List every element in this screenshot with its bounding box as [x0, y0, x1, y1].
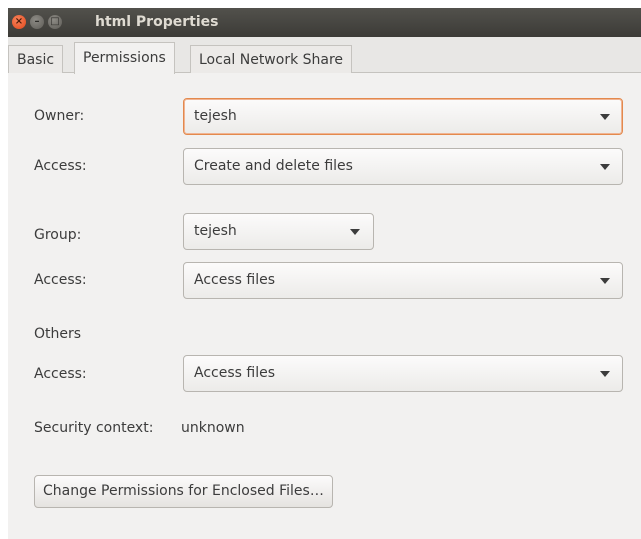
chevron-down-icon	[600, 164, 610, 170]
minimize-window-icon[interactable]: –	[30, 15, 44, 29]
security-context-value: unknown	[181, 420, 245, 436]
group-access-value: Access files	[194, 272, 275, 288]
tab-local-network-share[interactable]: Local Network Share	[190, 45, 353, 73]
others-access-combo[interactable]: Access files	[183, 355, 623, 392]
owner-access-value: Create and delete files	[194, 158, 353, 174]
owner-access-label: Access:	[34, 158, 87, 174]
group-combo[interactable]: tejesh	[183, 213, 374, 250]
group-access-combo[interactable]: Access files	[183, 262, 623, 299]
chevron-down-icon	[600, 114, 610, 120]
tab-basic[interactable]: Basic	[8, 45, 64, 73]
window-title: html Properties	[95, 14, 219, 30]
others-access-label: Access:	[34, 366, 87, 382]
owner-combo[interactable]: tejesh	[183, 98, 623, 135]
chevron-down-icon	[600, 371, 610, 377]
chevron-down-icon	[350, 229, 360, 235]
owner-label: Owner:	[34, 108, 85, 124]
tab-permissions[interactable]: Permissions	[74, 42, 175, 74]
others-access-value: Access files	[194, 365, 275, 381]
owner-value: tejesh	[194, 108, 237, 124]
change-enclosed-permissions-button[interactable]: Change Permissions for Enclosed Files…	[34, 475, 333, 508]
maximize-window-icon[interactable]: □	[48, 15, 62, 29]
security-context-label: Security context:	[34, 420, 154, 436]
owner-access-combo[interactable]: Create and delete files	[183, 148, 623, 185]
others-label: Others	[34, 326, 82, 342]
group-access-label: Access:	[34, 272, 87, 288]
group-value: tejesh	[194, 223, 237, 239]
chevron-down-icon	[600, 278, 610, 284]
close-window-icon[interactable]: ×	[12, 15, 26, 29]
title-bar: × – □ html Properties	[8, 8, 641, 37]
tab-bar: Basic Permissions Local Network Share	[8, 37, 641, 74]
group-label: Group:	[34, 227, 82, 243]
properties-window: × – □ html Properties Basic Permissions …	[8, 8, 641, 539]
